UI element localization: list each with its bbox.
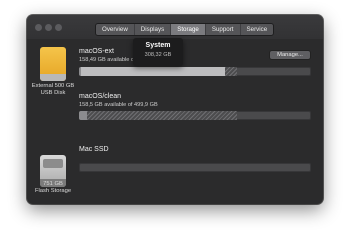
tab-displays[interactable]: Displays <box>135 24 172 35</box>
volume-name-mac-ssd: Mac SSD <box>79 146 109 153</box>
zoom-window-button[interactable] <box>55 24 62 31</box>
close-window-button[interactable] <box>35 24 42 31</box>
volume-available-macos-clean: 158,5 GB available of 499,9 GB <box>79 102 158 108</box>
storage-segment-system[interactable] <box>79 111 87 120</box>
storage-bar-mac-ssd[interactable] <box>79 163 311 172</box>
tab-bar: Overview Displays Storage Support Servic… <box>95 23 275 36</box>
external-disk-caption: External 500 GB USB Disk <box>28 83 78 97</box>
storage-segment-used[interactable] <box>81 67 225 76</box>
minimize-window-button[interactable] <box>45 24 52 31</box>
volume-name-macos-ext: macOS-ext <box>79 48 115 55</box>
storage-segment-other[interactable] <box>225 67 237 76</box>
external-disk-caption-line1: External 500 GB <box>31 83 75 89</box>
tab-storage[interactable]: Storage <box>171 24 206 35</box>
orange-external-drive-icon <box>40 47 66 81</box>
storage-window: Overview Displays Storage Support Servic… <box>27 15 323 204</box>
internal-disk-caption-line2: Flash Storage <box>34 188 72 194</box>
tab-overview[interactable]: Overview <box>96 24 135 35</box>
storage-bar-macos-ext[interactable] <box>79 67 311 76</box>
storage-bar-macos-clean[interactable] <box>79 111 311 120</box>
volume-name-macos-clean: macOS/clean <box>79 93 122 100</box>
storage-segment-other[interactable] <box>87 111 237 120</box>
title-bar: Overview Displays Storage Support Servic… <box>27 15 323 39</box>
external-disk-caption-line2: USB Disk <box>40 90 66 96</box>
manage-button[interactable]: Manage... <box>269 50 311 60</box>
tab-support[interactable]: Support <box>206 24 241 35</box>
tooltip-size: 308,32 GB <box>144 52 172 58</box>
tab-service[interactable]: Service <box>241 24 274 35</box>
internal-disk-caption-line1: 751 GB <box>43 181 63 187</box>
internal-disk-caption: 751 GB Flash Storage <box>28 181 78 195</box>
storage-tooltip: System 308,32 GB <box>133 38 183 66</box>
tooltip-title: System <box>145 42 171 49</box>
